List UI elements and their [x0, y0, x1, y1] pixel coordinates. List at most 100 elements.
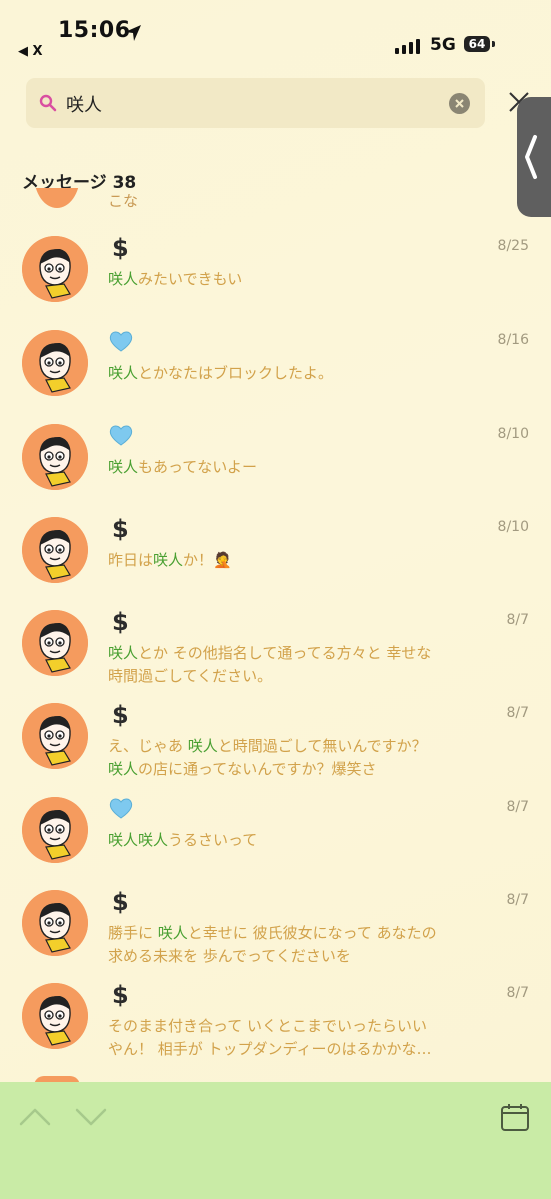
avatar [22, 610, 88, 676]
snippet-text: とか その他指名して通ってる方々と 幸せな [138, 644, 432, 662]
message-date: 8/7 [506, 705, 529, 721]
message-date: 8/7 [506, 799, 529, 815]
search-query: 咲人 [66, 95, 102, 116]
snippet-text: え、じゃあ [108, 737, 188, 755]
search-match-highlight: 咲人 [108, 458, 139, 476]
snippet-text: そのまま付き合って いくとこまでいったらいい [108, 1017, 428, 1035]
search-match-highlight: 咲人咲人 [108, 831, 169, 849]
snippet-text: か！🤦 [183, 551, 232, 569]
message-snippet: 勝手に 咲人と幸せに 彼氏彼女になって あなたの求める未来を 歩んでってください… [108, 922, 488, 968]
avatar [34, 188, 80, 208]
blue-heart-icon [108, 795, 134, 821]
snippet-line: え、じゃあ 咲人と時間過ごして無いんですか？ [108, 735, 488, 758]
partial-message-text: こな [108, 192, 139, 210]
clock: 15:06 [58, 18, 131, 43]
snippet-line: 咲人咲人うるさいって [108, 829, 488, 852]
search-match-highlight: 咲人 [108, 760, 139, 778]
message-snippet: 咲人もあってないよー [108, 456, 488, 479]
search-match-highlight: 咲人 [108, 644, 139, 662]
dollar-sign-icon: $ [108, 981, 134, 1009]
avatar [22, 797, 88, 863]
message-result-item[interactable]: $8/7 え、じゃあ 咲人と時間過ごして無いんですか？ 咲人の店に通ってないんですか… [0, 701, 551, 793]
dollar-sign-icon: $ [108, 234, 134, 262]
message-result-item[interactable]: $8/7 勝手に 咲人と幸せに 彼氏彼女になって あなたの求める未来を 歩んでって… [0, 888, 551, 980]
snippet-text: うるさいって [168, 831, 258, 849]
snippet-text: 勝手に [108, 924, 158, 942]
message-result-item[interactable]: $8/7 咲人とか その他指名して通ってる方々と 幸せな時間過ごしてください。 [0, 608, 551, 700]
back-to-app-link[interactable]: ◀ X [18, 44, 43, 59]
search-match-highlight: 咲人 [153, 551, 184, 569]
message-date: 8/7 [506, 612, 529, 628]
snippet-text: 時間過ごしてください。 [108, 667, 273, 685]
search-match-highlight: 咲人 [157, 924, 188, 942]
dollar-sign-icon: $ [108, 888, 134, 916]
clear-icon [455, 99, 464, 108]
snippet-line: 時間過ごしてください。 [108, 665, 488, 688]
network-type: 5G [430, 35, 456, 55]
snippet-line: そのまま付き合って いくとこまでいったらいい [108, 1015, 488, 1038]
snippet-text: みたいできもい [138, 270, 243, 288]
location-arrow-icon [125, 25, 141, 41]
snippet-text: もあってないよー [138, 458, 257, 476]
avatar [22, 890, 88, 956]
avatar [22, 424, 88, 490]
snippet-line: やん！ 相手が トップダンディーのはるかかな… [108, 1038, 488, 1061]
signal-strength-icon [395, 39, 420, 54]
message-snippet: え、じゃあ 咲人と時間過ごして無いんですか？ 咲人の店に通ってないんですか？爆笑さ [108, 735, 488, 781]
avatar [22, 983, 88, 1049]
svg-text:$: $ [112, 608, 129, 634]
message-snippet: 咲人咲人うるさいって [108, 829, 488, 852]
status-bar: 15:06 ◀ X 5G 64 [0, 0, 551, 72]
message-date: 8/7 [506, 892, 529, 908]
snippet-text: 求める未来を 歩んでってくださいを [108, 947, 351, 965]
snippet-text: と幸せに 彼氏彼女になって あなたの [187, 924, 437, 942]
battery-cap [492, 41, 495, 47]
snippet-text: の店に通ってないんですか？爆笑さ [138, 760, 377, 778]
message-result-item[interactable]: $8/7 そのまま付き合って いくとこまでいったらいい やん！ 相手が トップダンデ… [0, 981, 551, 1073]
battery-icon: 64 [464, 36, 490, 52]
calendar-icon[interactable] [500, 1102, 530, 1132]
svg-text:$: $ [112, 234, 129, 260]
message-date: 8/7 [506, 985, 529, 1001]
dollar-sign-icon: $ [108, 701, 134, 729]
avatar [22, 517, 88, 583]
search-match-highlight: 咲人 [108, 270, 139, 288]
dollar-sign-icon: $ [108, 608, 134, 636]
message-result-item[interactable]: $8/10 昨日は咲人か！🤦 [0, 515, 551, 607]
svg-text:$: $ [112, 888, 129, 914]
snippet-line: 勝手に 咲人と幸せに 彼氏彼女になって あなたの [108, 922, 488, 945]
avatar [22, 330, 88, 396]
snippet-text: とかなたはブロックしたよ。 [138, 364, 334, 382]
search-input[interactable]: 咲人 [26, 78, 485, 128]
message-date: 8/25 [497, 238, 529, 254]
search-match-highlight: 咲人 [108, 364, 139, 382]
message-list[interactable]: こな $8/25 咲人みたいできもい 8/16 咲人とかなたはブロックしたよ。 8/… [0, 188, 551, 1080]
message-date: 8/10 [497, 426, 529, 442]
chevron-up-icon[interactable] [18, 1106, 52, 1128]
dollar-sign-icon: $ [108, 515, 134, 543]
snippet-line: 咲人とか その他指名して通ってる方々と 幸せな [108, 642, 488, 665]
message-date: 8/10 [497, 519, 529, 535]
clear-search-button[interactable] [449, 93, 470, 114]
svg-text:$: $ [112, 701, 129, 727]
message-result-item[interactable]: 8/10 咲人もあってないよー [0, 422, 551, 514]
message-snippet: 咲人とか その他指名して通ってる方々と 幸せな時間過ごしてください。 [108, 642, 488, 688]
chevron-down-icon[interactable] [74, 1106, 108, 1128]
search-match-highlight: 咲人 [187, 737, 218, 755]
svg-text:$: $ [112, 515, 129, 541]
snippet-text: 昨日は [108, 551, 154, 569]
blue-heart-icon [108, 328, 134, 354]
search-icon [39, 94, 57, 112]
message-result-item[interactable]: 8/16 咲人とかなたはブロックしたよ。 [0, 328, 551, 420]
snippet-line: 求める未来を 歩んでってくださいを [108, 945, 488, 968]
bottom-toolbar [0, 1082, 551, 1199]
snippet-line: 咲人みたいできもい [108, 268, 488, 291]
message-result-item[interactable]: 8/7 咲人咲人うるさいって [0, 795, 551, 887]
message-snippet: 咲人みたいできもい [108, 268, 488, 291]
message-result-item[interactable]: $8/25 咲人みたいできもい [0, 234, 551, 326]
snippet-text: やん！ 相手が トップダンディーのはるかかな… [108, 1040, 432, 1058]
message-snippet: 咲人とかなたはブロックしたよ。 [108, 362, 488, 385]
message-snippet: 昨日は咲人か！🤦 [108, 549, 488, 572]
snippet-line: 咲人の店に通ってないんですか？爆笑さ [108, 758, 488, 781]
message-date: 8/16 [497, 332, 529, 348]
